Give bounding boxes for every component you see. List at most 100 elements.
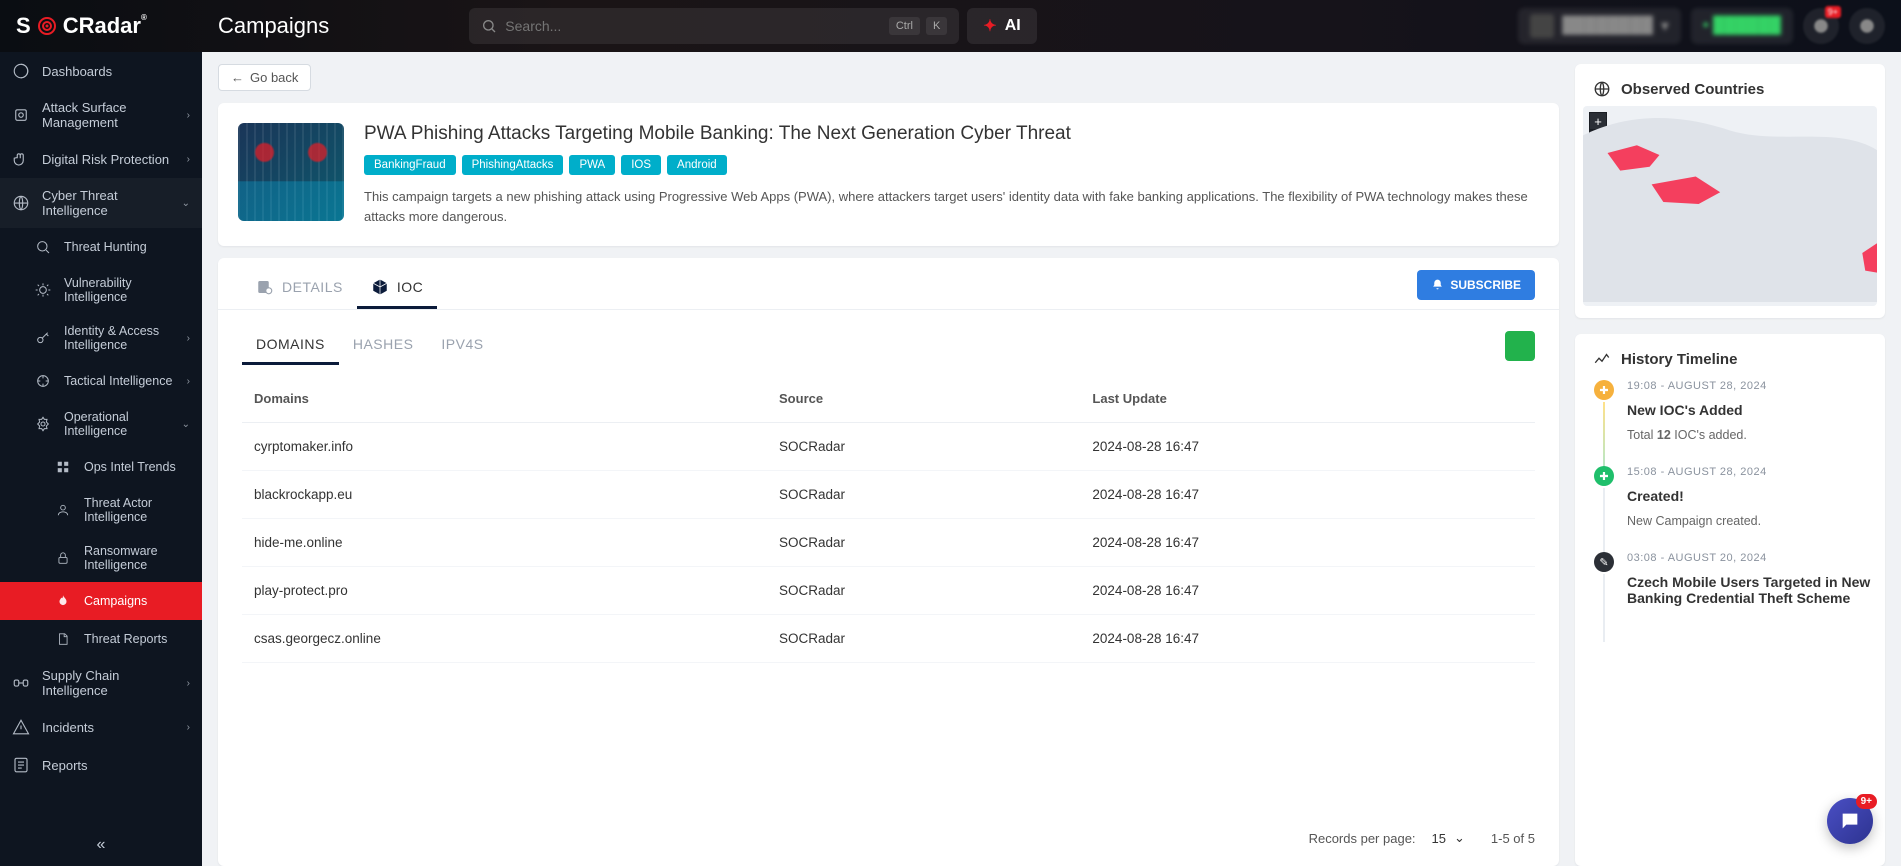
hand-icon	[12, 150, 30, 168]
sidebar-item-supply-chain[interactable]: Supply Chain Intelligence ›	[0, 658, 202, 708]
main-column: ← Go back PWA Phishing Attacks Targeting…	[218, 64, 1559, 866]
history-title: History Timeline	[1575, 334, 1885, 376]
table-row[interactable]: hide-me.onlineSOCRadar2024-08-28 16:47	[242, 519, 1535, 567]
cell-updated: 2024-08-28 16:47	[1080, 519, 1535, 567]
sidebar-item-reports[interactable]: Reports	[0, 746, 202, 784]
sidebar-item-drp[interactable]: Digital Risk Protection ›	[0, 140, 202, 178]
search-box[interactable]: Ctrl K	[469, 8, 959, 44]
notif-badge: 9+	[1825, 6, 1841, 18]
timeline-item[interactable]: ✚ 15:08 - AUGUST 28, 2024 Created! New C…	[1593, 466, 1881, 552]
page-range: 1-5 of 5	[1491, 831, 1535, 846]
cell-updated: 2024-08-28 16:47	[1080, 423, 1535, 471]
rpp-select[interactable]: 15 ⌄	[1426, 826, 1471, 850]
col-last-update[interactable]: Last Update	[1080, 375, 1535, 423]
sidebar-item-cti[interactable]: Cyber Threat Intelligence ⌄	[0, 178, 202, 228]
campaign-description: This campaign targets a new phishing att…	[364, 187, 1539, 226]
cell-domain: csas.georgecz.online	[242, 615, 767, 663]
timeline-item[interactable]: ✚ 19:08 - AUGUST 28, 2024 New IOC's Adde…	[1593, 380, 1881, 466]
bug-icon	[34, 281, 52, 299]
timeline-time: 03:08 - AUGUST 20, 2024	[1627, 552, 1871, 564]
cell-updated: 2024-08-28 16:47	[1080, 615, 1535, 663]
sidebar-item-iam-intel[interactable]: Identity & Access Intelligence ›	[0, 314, 202, 362]
profile-circle[interactable]	[1849, 8, 1885, 44]
brand-logo[interactable]: SCRadar®	[16, 13, 202, 39]
go-back-button[interactable]: ← Go back	[218, 64, 311, 91]
timeline-item[interactable]: ✎ 03:08 - AUGUST 20, 2024 Czech Mobile U…	[1593, 552, 1881, 640]
subtab-ipv4s[interactable]: IPV4S	[427, 326, 497, 365]
sidebar-item-campaigns[interactable]: Campaigns	[0, 582, 202, 620]
chat-icon	[1839, 810, 1861, 832]
cell-source: SOCRadar	[767, 615, 1080, 663]
download-button[interactable]	[1505, 331, 1535, 361]
side-column: Observed Countries + − History Ti	[1575, 64, 1885, 866]
cell-updated: 2024-08-28 16:47	[1080, 471, 1535, 519]
sidebar-item-threat-hunting[interactable]: Threat Hunting	[0, 228, 202, 266]
timeline-icon	[1593, 350, 1611, 368]
double-chevron-left-icon: «	[97, 836, 106, 853]
table-row[interactable]: play-protect.proSOCRadar2024-08-28 16:47	[242, 567, 1535, 615]
timeline-list: ✚ 19:08 - AUGUST 28, 2024 New IOC's Adde…	[1575, 376, 1885, 660]
sidebar-item-threat-actor[interactable]: Threat Actor Intelligence	[0, 486, 202, 534]
header-right: ████████▾ • ██████ 9+	[1518, 8, 1885, 44]
cell-source: SOCRadar	[767, 519, 1080, 567]
sidebar-item-ops-trends[interactable]: Ops Intel Trends	[0, 448, 202, 486]
subscribe-button[interactable]: SUBSCRIBE	[1417, 270, 1535, 300]
actor-icon	[54, 501, 72, 519]
tag[interactable]: PWA	[569, 155, 615, 175]
tab-ioc[interactable]: IOC	[357, 268, 437, 309]
table-row[interactable]: blackrockapp.euSOCRadar2024-08-28 16:47	[242, 471, 1535, 519]
globe-icon	[1593, 80, 1611, 98]
kbd-ctrl: Ctrl	[889, 17, 920, 35]
campaign-tags: BankingFraud PhishingAttacks PWA IOS And…	[364, 155, 1539, 175]
campaign-header-panel: PWA Phishing Attacks Targeting Mobile Ba…	[218, 103, 1559, 246]
sidebar-item-tactical[interactable]: Tactical Intelligence ›	[0, 362, 202, 400]
search-icon	[481, 18, 497, 34]
arrow-left-icon: ←	[231, 70, 244, 85]
tab-details[interactable]: DETAILS	[242, 268, 357, 309]
tag[interactable]: IOS	[621, 155, 661, 175]
chain-icon	[12, 674, 30, 692]
ioc-table: Domains Source Last Update cyrptomaker.i…	[242, 375, 1535, 663]
observed-countries-panel: Observed Countries + −	[1575, 64, 1885, 318]
sidebar-item-asm[interactable]: Attack Surface Management ›	[0, 90, 202, 140]
chat-fab[interactable]: 9+	[1827, 798, 1873, 844]
avatar	[1530, 14, 1554, 38]
page-title: Campaigns	[218, 13, 329, 39]
search-icon	[34, 238, 52, 256]
download-icon	[1513, 339, 1527, 353]
flame-icon	[54, 592, 72, 610]
sidebar-item-operational[interactable]: Operational Intelligence ⌄	[0, 400, 202, 448]
sidebar-item-ransomware[interactable]: Ransomware Intelligence	[0, 534, 202, 582]
sidebar-item-incidents[interactable]: Incidents ›	[0, 708, 202, 746]
col-source[interactable]: Source	[767, 375, 1080, 423]
sidebar-item-dashboards[interactable]: Dashboards	[0, 52, 202, 90]
timeline-time: 19:08 - AUGUST 28, 2024	[1627, 380, 1871, 392]
tag[interactable]: BankingFraud	[364, 155, 456, 175]
key-icon	[34, 329, 52, 347]
subtab-hashes[interactable]: HASHES	[339, 326, 428, 365]
status-chip[interactable]: • ██████	[1691, 8, 1793, 44]
chevron-right-icon: ›	[187, 333, 190, 344]
tag[interactable]: PhishingAttacks	[462, 155, 564, 175]
table-row[interactable]: cyrptomaker.infoSOCRadar2024-08-28 16:47	[242, 423, 1535, 471]
sidebar-item-vuln-intel[interactable]: Vulnerability Intelligence	[0, 266, 202, 314]
countries-map[interactable]: + −	[1583, 106, 1877, 306]
app-header: SCRadar® Campaigns Ctrl K ✦ AI ████████▾…	[0, 0, 1901, 52]
tag[interactable]: Android	[667, 155, 727, 175]
plus-badge-icon: ✚	[1594, 380, 1614, 400]
cube-icon	[371, 278, 389, 296]
notif-button[interactable]: 9+	[1803, 8, 1839, 44]
sidebar-collapse-button[interactable]: «	[0, 824, 202, 866]
col-domains[interactable]: Domains	[242, 375, 767, 423]
ai-button[interactable]: ✦ AI	[967, 8, 1036, 44]
cell-domain: blackrockapp.eu	[242, 471, 767, 519]
records-per-page: Records per page: 15 ⌄	[1309, 826, 1471, 850]
campaign-thumbnail	[238, 123, 344, 221]
sidebar-item-threat-reports[interactable]: Threat Reports	[0, 620, 202, 658]
history-timeline-panel: History Timeline ✚ 19:08 - AUGUST 28, 20…	[1575, 334, 1885, 866]
table-row[interactable]: csas.georgecz.onlineSOCRadar2024-08-28 1…	[242, 615, 1535, 663]
subtab-domains[interactable]: DOMAINS	[242, 326, 339, 365]
fab-badge: 9+	[1856, 794, 1877, 809]
search-input[interactable]	[505, 18, 889, 34]
user-menu[interactable]: ████████▾	[1518, 8, 1681, 44]
